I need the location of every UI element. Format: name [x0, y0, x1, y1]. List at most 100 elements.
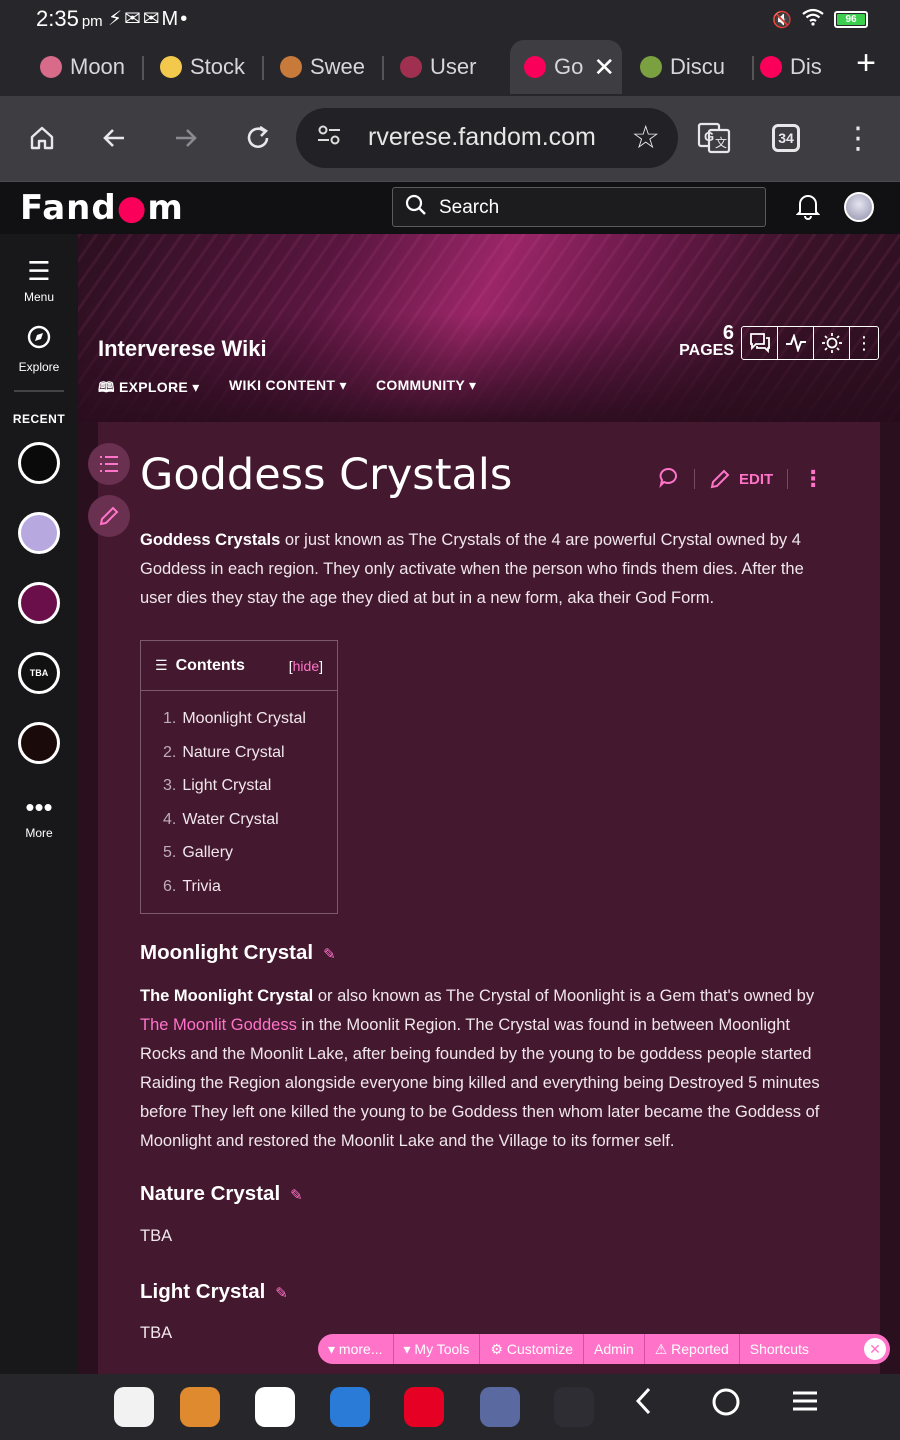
nav-wiki-content[interactable]: WIKI CONTENT ▾	[229, 377, 347, 394]
rail-explore[interactable]: Explore	[0, 324, 78, 374]
rail-menu[interactable]: ☰ Menu	[0, 256, 78, 304]
reload-icon[interactable]	[236, 116, 280, 160]
toc-item[interactable]: 5. Gallery	[163, 839, 337, 873]
dock-app-anime-app-icon[interactable]	[480, 1387, 520, 1427]
page-title: Goddess Crystals	[140, 450, 513, 500]
recent-wiki-avatar[interactable]	[18, 582, 60, 624]
moonlit-goddess-link[interactable]: The Moonlit Goddess	[140, 1016, 297, 1034]
notifications-bell-icon[interactable]	[795, 192, 821, 227]
fandom-global-nav: Fand●m Search	[0, 182, 900, 234]
search-input[interactable]: Search	[392, 187, 766, 227]
wifi-icon	[802, 8, 824, 31]
quick-edit-button[interactable]	[88, 495, 130, 537]
tab-label: User	[430, 54, 477, 79]
toolbar-my-tools[interactable]: ▾ My Tools	[394, 1334, 481, 1364]
wiki-tools: ⋮	[741, 326, 879, 360]
toolbar-reported[interactable]: ⚠ Reported	[645, 1334, 740, 1364]
tab-label: Moon	[70, 54, 126, 79]
toc-item[interactable]: 2. Nature Crystal	[163, 739, 337, 773]
browser-tab[interactable]: Dis	[760, 40, 830, 94]
toc-hide-link[interactable]: [hide]	[289, 658, 323, 674]
discussions-icon[interactable]	[742, 327, 778, 359]
toc-toggle-button[interactable]	[88, 443, 130, 485]
wiki-name[interactable]: Interverese Wiki	[98, 336, 267, 362]
section-edit-icon[interactable]: ✎	[323, 946, 336, 963]
favicon-icon	[40, 56, 62, 78]
toolbar-customize[interactable]: ⚙ Customize	[480, 1334, 584, 1364]
recent-wiki-avatar[interactable]	[18, 512, 60, 554]
section-edit-icon[interactable]: ✎	[275, 1285, 288, 1302]
favicon-icon	[640, 56, 662, 78]
heading-nature-crystal: Nature Crystal ✎	[140, 1182, 303, 1205]
caret-down-icon: ▾	[339, 377, 347, 393]
dock-app-app-drawer-icon[interactable]	[114, 1387, 154, 1427]
browser-tab[interactable]: Stock	[160, 40, 250, 94]
browser-tab[interactable]: Go ✕	[510, 40, 622, 94]
forward-icon[interactable]	[164, 116, 208, 160]
nav-back-icon[interactable]	[634, 1386, 654, 1424]
tab-close-icon[interactable]: ✕	[593, 52, 615, 83]
dock-app-game-app-icon[interactable]	[180, 1387, 220, 1427]
list-icon: ☰	[155, 657, 168, 673]
rail-divider	[14, 390, 64, 392]
home-icon[interactable]	[20, 116, 64, 160]
tab-separator	[752, 56, 754, 80]
browser-tab[interactable]: Moon	[40, 40, 130, 94]
favicon-icon	[400, 56, 422, 78]
tab-separator	[382, 56, 384, 80]
svg-text:G: G	[704, 129, 714, 144]
back-icon[interactable]	[92, 116, 136, 160]
new-tab-icon[interactable]: +	[856, 44, 876, 83]
browser-tab[interactable]: Swee	[280, 40, 370, 94]
toc-item[interactable]: 1. Moonlight Crystal	[163, 705, 337, 739]
heading-moonlight-crystal: Moonlight Crystal ✎	[140, 941, 336, 964]
comment-icon[interactable]	[658, 466, 680, 492]
section-edit-icon[interactable]: ✎	[290, 1187, 303, 1204]
theme-toggle-icon[interactable]	[814, 327, 850, 359]
dock-app-pinterest-icon[interactable]	[404, 1387, 444, 1427]
bookmark-star-icon[interactable]: ☆	[631, 118, 660, 156]
recent-wiki-avatar[interactable]: TBA	[18, 652, 60, 694]
favicon-icon	[280, 56, 302, 78]
browser-tab-strip: Moon Stock Swee User Go ✕ Discu Dis +	[0, 38, 900, 96]
toolbar-admin[interactable]: Admin	[584, 1334, 645, 1364]
fandom-logo[interactable]: Fand●m	[20, 188, 184, 228]
dock-app-bolt-app-icon[interactable]	[554, 1387, 594, 1427]
close-icon[interactable]: ✕	[864, 1338, 886, 1360]
nav-home-icon[interactable]	[710, 1386, 742, 1426]
fandom-heart-icon: ●	[116, 188, 148, 228]
toc-header: ☰ Contents [hide]	[141, 641, 337, 691]
tab-separator	[262, 56, 264, 80]
dock-app-ibis-paint-icon[interactable]	[330, 1387, 370, 1427]
toc-item[interactable]: 4. Water Crystal	[163, 806, 337, 840]
more-menu-icon[interactable]: ⋮	[836, 116, 880, 160]
nav-recents-icon[interactable]	[790, 1386, 820, 1424]
toolbar-shortcuts[interactable]: Shortcuts	[740, 1334, 819, 1364]
recent-wiki-avatar[interactable]	[18, 442, 60, 484]
toc-item[interactable]: 3. Light Crystal	[163, 772, 337, 806]
wiki-tools-more-icon[interactable]: ⋮	[850, 327, 878, 359]
browser-tab[interactable]: Discu	[640, 40, 740, 94]
activity-icon[interactable]	[778, 327, 814, 359]
android-nav-bar	[0, 1374, 900, 1440]
translate-icon[interactable]: G文	[692, 116, 736, 160]
book-icon: 🕮	[98, 379, 119, 395]
nav-community[interactable]: COMMUNITY ▾	[376, 377, 476, 394]
toc-item[interactable]: 6. Trivia	[163, 873, 337, 907]
pencil-icon	[710, 469, 730, 489]
toolbar-more[interactable]: ▾ more...	[318, 1334, 394, 1364]
edit-button[interactable]: EDIT	[709, 468, 773, 490]
nav-explore[interactable]: 🕮 EXPLORE ▾	[98, 377, 200, 401]
dock-app-chrome-icon[interactable]	[255, 1387, 295, 1427]
fandom-left-rail: ☰ Menu Explore RECENT TBA ••• More	[0, 234, 78, 1374]
url-text[interactable]: rverese.fandom.com	[368, 123, 596, 152]
recent-wiki-avatar[interactable]	[18, 722, 60, 764]
favicon-icon	[760, 56, 782, 78]
page-more-icon[interactable]: ⋮	[802, 466, 824, 492]
browser-tab[interactable]: User	[400, 40, 490, 94]
address-bar[interactable]: rverese.fandom.com ☆	[296, 108, 678, 168]
user-avatar[interactable]	[844, 192, 874, 222]
rail-more[interactable]: ••• More	[0, 792, 78, 840]
tab-switcher-button[interactable]: 34	[764, 116, 808, 160]
site-settings-icon[interactable]	[316, 122, 342, 154]
